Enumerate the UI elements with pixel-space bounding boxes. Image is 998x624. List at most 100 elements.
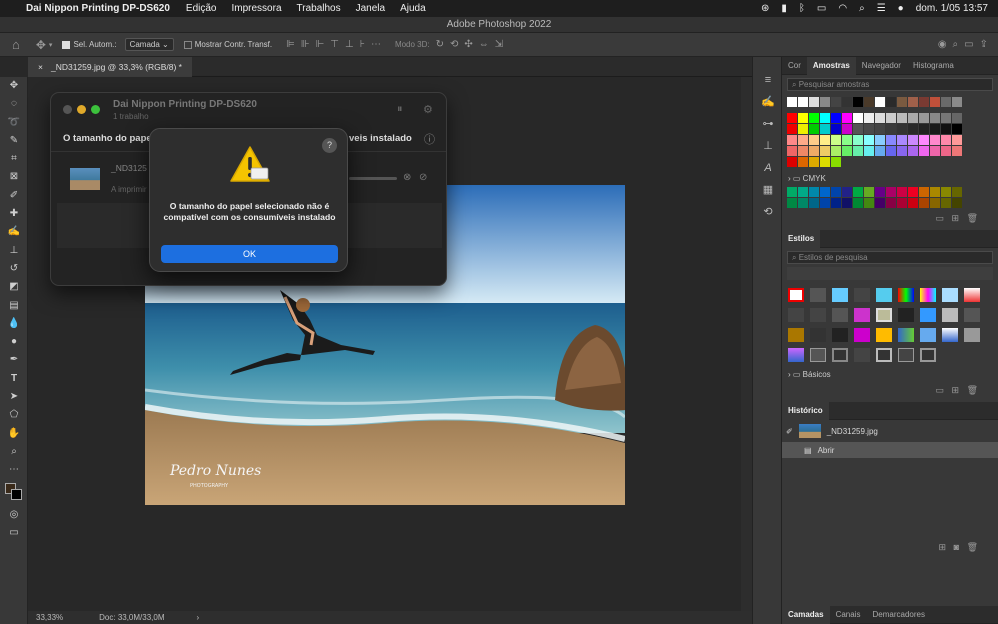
swatch[interactable] xyxy=(809,113,819,123)
home-icon[interactable]: ⌂ xyxy=(12,37,20,52)
swatch[interactable] xyxy=(875,97,885,107)
swatch[interactable] xyxy=(853,135,863,145)
menu-window[interactable]: Janela xyxy=(356,3,385,14)
background-color[interactable] xyxy=(11,488,22,500)
menu-printer[interactable]: Impressora xyxy=(231,3,281,14)
swatch[interactable] xyxy=(952,97,962,107)
swatch[interactable] xyxy=(930,113,940,123)
swatch[interactable] xyxy=(820,146,830,156)
status-chevron-icon[interactable]: › xyxy=(197,613,200,622)
move-tool-icon[interactable]: ✥ xyxy=(36,38,46,52)
siri-icon[interactable]: ● xyxy=(898,3,904,14)
pause-icon[interactable]: ⏸ xyxy=(397,103,403,116)
swatch[interactable] xyxy=(908,198,918,208)
swatch[interactable] xyxy=(952,146,962,156)
swatch[interactable] xyxy=(809,97,819,107)
swatch[interactable] xyxy=(820,157,830,167)
style[interactable] xyxy=(898,348,914,362)
minimize-window-button[interactable] xyxy=(77,105,86,114)
roll-3d-icon[interactable]: ⟲ xyxy=(450,39,458,50)
swatch[interactable] xyxy=(842,97,852,107)
search-icon[interactable]: ⌕ xyxy=(859,3,865,14)
swatch[interactable] xyxy=(875,146,885,156)
swatch[interactable] xyxy=(919,113,929,123)
marquee-icon[interactable]: ◌ xyxy=(0,95,28,113)
swatch[interactable] xyxy=(908,113,918,123)
swatch[interactable] xyxy=(842,124,852,134)
folder-icon[interactable]: ▭ xyxy=(935,213,944,223)
swatch[interactable] xyxy=(809,157,819,167)
swatch[interactable] xyxy=(864,198,874,208)
swatch[interactable] xyxy=(787,198,797,208)
style[interactable] xyxy=(810,308,826,322)
tab-styles[interactable]: Estilos xyxy=(782,229,821,248)
swatch[interactable] xyxy=(952,198,962,208)
swatch[interactable] xyxy=(875,124,885,134)
swatch[interactable] xyxy=(820,113,830,123)
style[interactable] xyxy=(854,348,870,362)
swatch[interactable] xyxy=(886,124,896,134)
style[interactable] xyxy=(876,288,892,302)
swatch[interactable] xyxy=(941,124,951,134)
style[interactable] xyxy=(942,328,958,342)
zoom-level[interactable]: 33,33% xyxy=(36,613,63,622)
swatch[interactable] xyxy=(941,187,951,197)
add-icon[interactable]: ⊞ xyxy=(952,213,960,223)
style[interactable] xyxy=(788,308,804,322)
workspace-icon[interactable]: ▭ xyxy=(964,39,973,50)
swatch[interactable] xyxy=(787,135,797,145)
history-brush-source-icon[interactable]: ✐ xyxy=(786,427,793,436)
tab-history[interactable]: Histórico xyxy=(782,401,829,420)
quick-mask-icon[interactable]: ◎ xyxy=(0,506,28,524)
style[interactable] xyxy=(854,308,870,322)
trash-icon[interactable]: 🗑 xyxy=(967,542,978,552)
swatch[interactable] xyxy=(798,113,808,123)
battery-icon[interactable]: ▭ xyxy=(817,3,826,14)
align-right-icon[interactable]: ⊩ xyxy=(316,39,325,50)
swatch[interactable] xyxy=(919,135,929,145)
swatch[interactable] xyxy=(864,135,874,145)
swatch[interactable] xyxy=(787,187,797,197)
swatch[interactable] xyxy=(787,146,797,156)
scale-3d-icon[interactable]: ⇲ xyxy=(495,39,503,50)
search-tool-icon[interactable]: ⌕ xyxy=(953,39,959,50)
sliders-icon[interactable]: ⊶ xyxy=(753,113,783,135)
style[interactable] xyxy=(942,308,958,322)
swatch[interactable] xyxy=(952,124,962,134)
swatch[interactable] xyxy=(853,198,863,208)
ok-button[interactable]: OK xyxy=(161,245,338,263)
layer-select-dropdown[interactable]: Camada ⌄ xyxy=(124,38,174,51)
type-icon[interactable]: T xyxy=(0,370,28,388)
align-middle-icon[interactable]: ⊥ xyxy=(345,39,354,50)
swatch[interactable] xyxy=(897,113,907,123)
tab-histogram[interactable]: Histograma xyxy=(907,57,960,75)
swatch[interactable] xyxy=(952,113,962,123)
style[interactable] xyxy=(920,308,936,322)
eyedropper-icon[interactable]: ✐ xyxy=(0,187,28,205)
swatch[interactable] xyxy=(831,198,841,208)
swatch[interactable] xyxy=(853,113,863,123)
style[interactable] xyxy=(876,308,892,322)
swatch[interactable] xyxy=(809,187,819,197)
distribute-icon[interactable]: ⋯ xyxy=(371,39,381,50)
swatch[interactable] xyxy=(952,187,962,197)
brush-settings-icon[interactable]: ✍ xyxy=(753,91,783,113)
trash-icon[interactable]: 🗑 xyxy=(967,385,978,395)
show-transform-checkbox[interactable] xyxy=(183,40,192,49)
dodge-icon[interactable]: ● xyxy=(0,333,28,351)
swatch[interactable] xyxy=(919,124,929,134)
swatch[interactable] xyxy=(864,113,874,123)
tab-paths[interactable]: Demarcadores xyxy=(866,606,930,624)
swatch[interactable] xyxy=(864,187,874,197)
document-tab[interactable]: × _ND31259.jpg @ 33,3% (RGB/8) * xyxy=(28,57,192,77)
brush-icon[interactable]: ✍ xyxy=(0,223,28,241)
move-icon[interactable]: ✥ xyxy=(0,77,28,95)
swatch[interactable] xyxy=(875,198,885,208)
swatch[interactable] xyxy=(864,146,874,156)
swatch[interactable] xyxy=(864,97,874,107)
swatch[interactable] xyxy=(941,198,951,208)
style[interactable] xyxy=(832,348,848,362)
swatch[interactable] xyxy=(875,187,885,197)
swatch[interactable] xyxy=(875,135,885,145)
style[interactable] xyxy=(920,288,936,302)
